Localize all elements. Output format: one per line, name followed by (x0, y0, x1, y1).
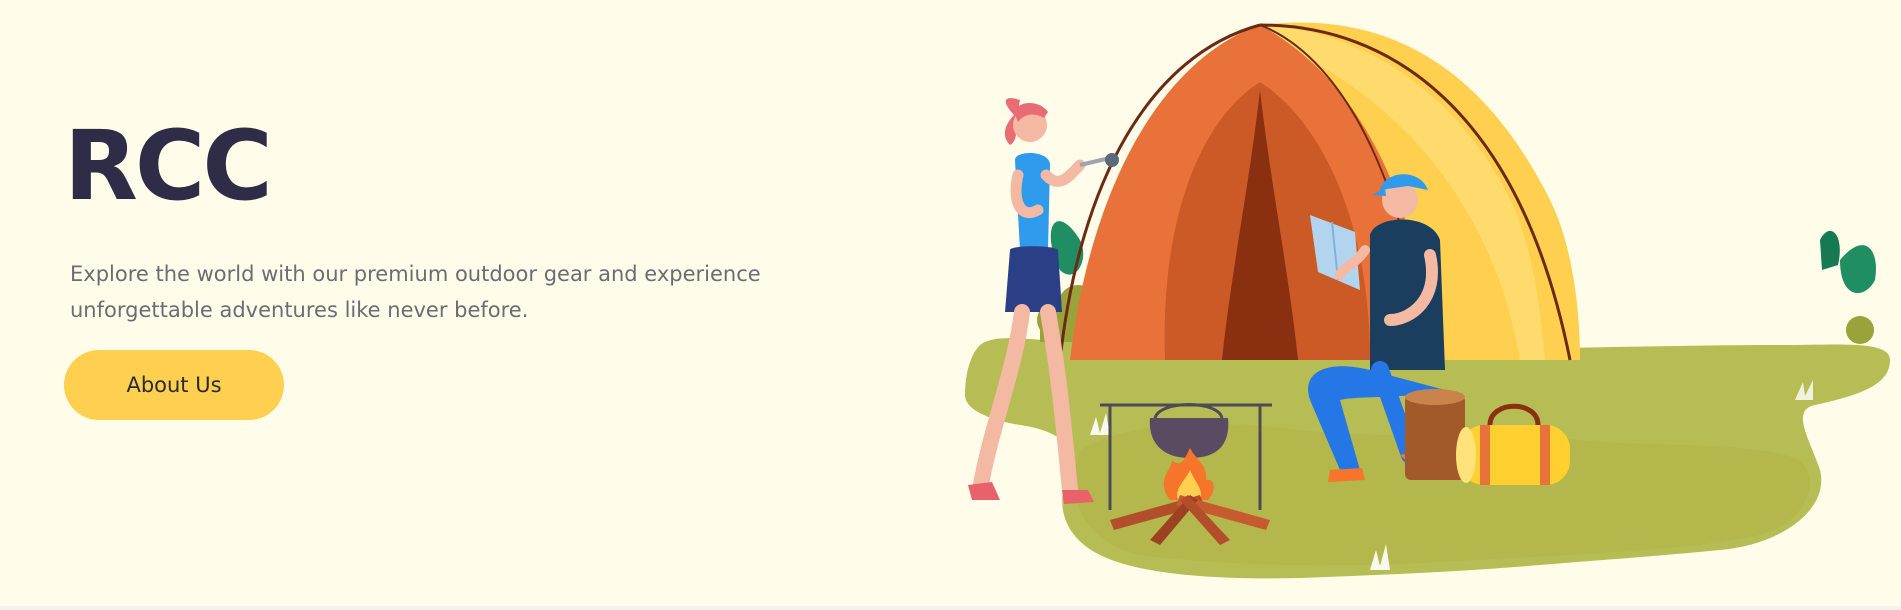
camping-illustration (965, 22, 1890, 579)
hero-description: Explore the world with our premium outdo… (70, 262, 761, 322)
hero-section: RCC Explore the world with our premium o… (0, 0, 1901, 606)
hero-title: RCC (64, 110, 273, 222)
tent-icon (1058, 22, 1580, 361)
about-us-button[interactable]: About Us (64, 350, 284, 420)
section-divider (0, 606, 1901, 610)
